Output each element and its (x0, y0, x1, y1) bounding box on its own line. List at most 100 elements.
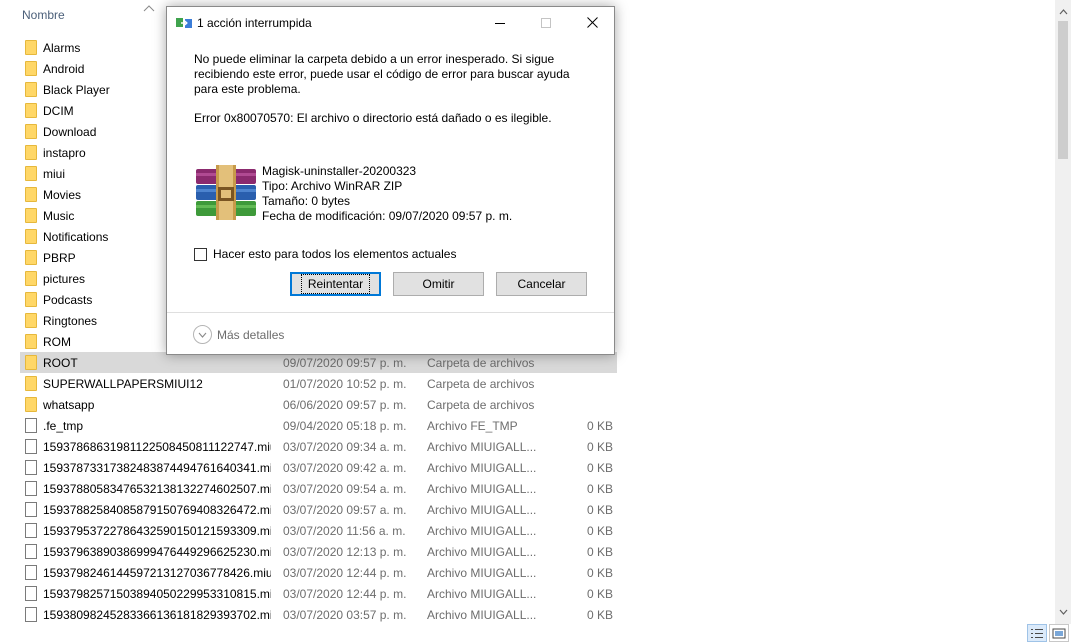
details-view-icon[interactable] (1027, 624, 1047, 642)
folder-icon (25, 292, 37, 307)
file-row[interactable]: 15937882584085879150769408326472.miu... 0… (20, 499, 617, 520)
date-modified-cell: 06/06/2020 09:57 p. m. (283, 398, 407, 412)
folder-icon (25, 313, 37, 328)
date-modified-cell: 03/07/2020 09:54 a. m. (283, 482, 407, 496)
file-row[interactable]: 1593786863198112250845081112274​7.miu...… (20, 436, 617, 457)
scrollbar-thumb[interactable] (1058, 21, 1068, 159)
file-size-cell: 0 KB (586, 419, 613, 433)
file-icon (25, 418, 37, 433)
folder-icon (25, 229, 37, 244)
date-modified-cell: 03/07/2020 12:13 p. m. (283, 545, 407, 559)
dialog-divider (167, 312, 614, 313)
close-icon (586, 17, 598, 28)
maximize-icon (541, 17, 551, 28)
apply-to-all-label[interactable]: Hacer esto para todos los elementos actu… (213, 247, 456, 261)
error-code: Error 0x80070570: El archivo o directori… (194, 111, 552, 125)
apply-to-all-checkbox[interactable] (194, 247, 207, 261)
file-type-cell: Archivo MIUIGALL... (427, 587, 537, 601)
scroll-down-arrow-icon[interactable] (1055, 604, 1071, 620)
file-size: Tamaño: 0 bytes (262, 194, 351, 208)
file-type: Tipo: Archivo WinRAR ZIP (262, 179, 403, 193)
file-row[interactable]: 15937982461445972131270367784​26.miui...… (20, 562, 617, 583)
folder-icon (25, 61, 37, 76)
file-type-cell: Archivo MIUIGALL... (427, 482, 537, 496)
vertical-scrollbar[interactable] (1055, 0, 1071, 624)
file-type-cell: Carpeta de archivos (427, 377, 535, 391)
date-modified-cell: 03/07/2020 12:44 p. m. (283, 587, 407, 601)
expand-chevron-icon (193, 325, 212, 344)
file-operation-icon (176, 18, 192, 28)
folder-icon (25, 145, 37, 160)
file-name-cell: 1593787331738248387449476164034​1.miu... (43, 461, 271, 475)
file-size-cell: 0 KB (586, 524, 613, 538)
error-message: No puede eliminar la carpeta debido a un… (194, 52, 570, 96)
retry-button[interactable]: Reintentar (290, 272, 381, 296)
file-name: Magisk-uninstaller-20200323 (262, 164, 417, 178)
folder-row[interactable]: ROOT 09/07/2020 09:57 p. m. Carpeta de arc… (20, 352, 617, 373)
file-name-cell: SUPERWALLPAPERSMIUI12 (43, 377, 203, 391)
cancel-button[interactable]: Cancelar (496, 272, 587, 296)
dialog-titlebar[interactable]: 1 acción interrumpida (167, 7, 614, 38)
large-icons-view-icon[interactable] (1049, 624, 1069, 642)
file-size-cell: 0 KB (586, 503, 613, 517)
file-size-cell: 0 KB (586, 461, 613, 475)
file-type-cell: Archivo MIUIGALL... (427, 566, 537, 580)
file-size-cell: 0 KB (586, 440, 613, 454)
file-size-cell: 0 KB (586, 608, 613, 622)
file-icon (25, 586, 37, 601)
file-icon (25, 544, 37, 559)
close-button[interactable] (569, 7, 615, 38)
date-modified-cell: 03/07/2020 09:42 a. m. (283, 461, 407, 475)
file-type-cell: Archivo MIUIGALL... (427, 524, 537, 538)
file-row[interactable]: 15938098245283366136181829393702.miu... 0… (20, 604, 617, 625)
maximize-button[interactable] (523, 7, 569, 38)
date-modified-cell: 03/07/2020 03:57 p. m. (283, 608, 407, 622)
file-name-cell: whatsapp (43, 398, 95, 412)
file-icon (25, 523, 37, 538)
file-type-cell: Carpeta de archivos (427, 398, 535, 412)
folder-icon (25, 250, 37, 265)
folder-icon (25, 124, 37, 139)
file-name-cell: ROOT (43, 356, 78, 370)
file-size-cell: 0 KB (586, 482, 613, 496)
skip-button[interactable]: Omitir (393, 272, 484, 296)
file-type-cell: Archivo MIUIGALL... (427, 461, 537, 475)
retry-label: Reintentar (300, 274, 371, 294)
folder-icon (25, 334, 37, 349)
column-header-name[interactable]: Nombre (22, 8, 65, 22)
minimize-button[interactable] (477, 7, 523, 38)
folder-icon (25, 397, 37, 412)
file-row[interactable]: 15937982571503894050229953310815.miu... 0… (20, 583, 617, 604)
file-row[interactable]: 15937953722786432590150121593309.miu... 0… (20, 520, 617, 541)
file-row[interactable]: 15937880583476532138132274602507.miu... 0… (20, 478, 617, 499)
file-type-cell: Archivo MIUIGALL... (427, 440, 537, 454)
date-modified-cell: 03/07/2020 09:34 a. m. (283, 440, 407, 454)
date-modified-cell: 03/07/2020 09:57 a. m. (283, 503, 407, 517)
folder-row[interactable]: whatsapp 06/06/2020 09:57 p. m. Carpeta de… (20, 394, 617, 415)
file-size-cell: 0 KB (586, 545, 613, 559)
file-name-cell: 15937982571503894050229953310815.miu... (43, 587, 271, 601)
file-type-cell: Archivo MIUIGALL... (427, 608, 537, 622)
apply-to-all-option[interactable]: Hacer esto para todos los elementos actu… (194, 247, 456, 261)
date-modified-cell: 03/07/2020 11:56 a. m. (283, 524, 406, 538)
scroll-up-arrow-icon[interactable] (1055, 4, 1071, 20)
date-modified-cell: 09/07/2020 09:57 p. m. (283, 356, 407, 370)
folder-row[interactable]: SUPERWALLPAPERSMIUI12 01/07/2020 10:52 p.… (20, 373, 617, 394)
folder-icon (25, 82, 37, 97)
file-icon (25, 502, 37, 517)
folder-icon (25, 40, 37, 55)
folder-icon (25, 103, 37, 118)
file-row[interactable]: 1593787331738248387449476164034​1.miu...… (20, 457, 617, 478)
file-name-cell: 1593786863198112250845081112274​7.miu... (43, 440, 271, 454)
folder-icon (25, 187, 37, 202)
file-row[interactable]: 15937963890386999476449296625230.miu... 0… (20, 541, 617, 562)
file-size-cell: 0 KB (586, 566, 613, 580)
view-mode-buttons (1027, 624, 1069, 642)
file-type-cell: Archivo MIUIGALL... (427, 545, 537, 559)
more-details-toggle[interactable]: Más detalles (193, 325, 284, 344)
folder-icon (25, 355, 37, 370)
file-name-cell: 15937963890386999476449296625230.miu... (43, 545, 271, 559)
file-name-cell: 15937882584085879150769408326472.miu... (43, 503, 271, 517)
file-row[interactable]: .fe_tmp 09/04/2020 05:18 p. m. Archivo FE_… (20, 415, 617, 436)
folder-icon (25, 166, 37, 181)
